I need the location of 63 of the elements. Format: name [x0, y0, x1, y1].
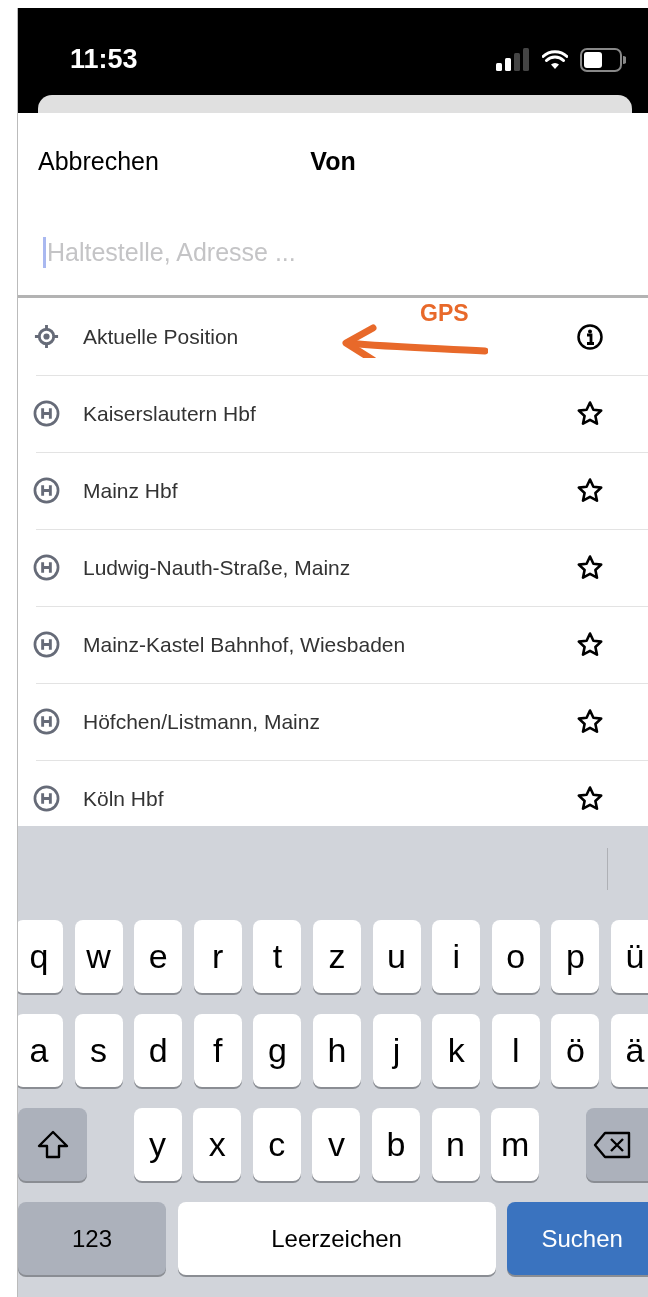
stop-h-icon	[33, 477, 60, 504]
cancel-button[interactable]: Abbrechen	[38, 147, 159, 176]
keyboard-key[interactable]: q	[18, 920, 63, 993]
keyboard-key[interactable]: ü	[610, 920, 648, 993]
sheet-title: Von	[310, 147, 356, 175]
star-icon[interactable]	[576, 553, 604, 582]
backspace-key[interactable]	[585, 1108, 648, 1181]
result-label[interactable]: Höfchen/Listmann, Mainz	[83, 709, 320, 734]
keyboard-key[interactable]: b	[371, 1108, 420, 1181]
keyboard-key[interactable]: p	[551, 920, 600, 993]
star-icon[interactable]	[576, 399, 604, 428]
keyboard-key[interactable]: o	[491, 920, 540, 993]
keyboard-key[interactable]: h	[312, 1014, 361, 1087]
keyboard-key[interactable]: t	[253, 920, 302, 993]
keyboard-key[interactable]: g	[253, 1014, 302, 1087]
result-label[interactable]: Kaiserslautern Hbf	[83, 401, 256, 426]
signal-icon	[496, 48, 530, 72]
keyboard-key[interactable]: y	[133, 1108, 182, 1181]
stop-h-icon	[33, 785, 60, 812]
shift-key[interactable]	[18, 1108, 87, 1181]
keyboard-key[interactable]: k	[432, 1014, 481, 1087]
keyboard-key[interactable]: i	[432, 920, 481, 993]
keyboard-key[interactable]: j	[372, 1014, 421, 1087]
stop-h-icon	[33, 708, 60, 735]
space-key[interactable]: Leerzeichen	[177, 1202, 496, 1275]
keyboard-key[interactable]: ä	[610, 1014, 648, 1087]
status-time: 11:53	[70, 44, 138, 75]
shift-arrow-icon	[35, 1128, 70, 1161]
keyboard-key[interactable]: x	[193, 1108, 242, 1181]
keyboard-key[interactable]: u	[372, 920, 421, 993]
stop-h-icon	[33, 554, 60, 581]
location-target-icon	[33, 323, 60, 350]
star-icon[interactable]	[576, 784, 604, 813]
keyboard-key[interactable]: l	[491, 1014, 540, 1087]
annotation-label: GPS	[420, 300, 469, 327]
keyboard-key[interactable]: z	[312, 920, 361, 993]
star-icon[interactable]	[576, 707, 604, 736]
stop-h-icon	[33, 631, 60, 658]
keyboard-key[interactable]: d	[134, 1014, 183, 1087]
info-icon[interactable]	[576, 322, 604, 351]
keyboard-key[interactable]: a	[18, 1014, 63, 1087]
result-label[interactable]: Mainz-Kastel Bahnhof, Wiesbaden	[83, 632, 406, 657]
battery-icon	[580, 48, 626, 72]
star-icon[interactable]	[576, 630, 604, 659]
wifi-icon	[542, 50, 568, 70]
search-key[interactable]: Suchen	[507, 1202, 648, 1275]
keyboard-key[interactable]: r	[193, 920, 242, 993]
keyboard-key[interactable]: v	[312, 1108, 361, 1181]
keyboard-key[interactable]: ö	[551, 1014, 600, 1087]
keyboard-key[interactable]: w	[74, 920, 123, 993]
numbers-key[interactable]: 123	[18, 1202, 166, 1275]
result-label[interactable]: Mainz Hbf	[83, 478, 178, 503]
keyboard-key[interactable]: c	[252, 1108, 301, 1181]
result-label[interactable]: Aktuelle Position	[83, 324, 239, 349]
keyboard-key[interactable]: s	[74, 1014, 123, 1087]
keyboard-key[interactable]: e	[134, 920, 183, 993]
result-label[interactable]: Köln Hbf	[83, 786, 164, 811]
keyboard-key[interactable]: f	[193, 1014, 242, 1087]
star-icon[interactable]	[576, 476, 604, 505]
keyboard-key[interactable]: n	[431, 1108, 480, 1181]
result-label[interactable]: Ludwig-Nauth-Straße, Mainz	[83, 555, 351, 580]
stop-h-icon	[33, 400, 60, 427]
keyboard-key[interactable]: m	[491, 1108, 540, 1181]
